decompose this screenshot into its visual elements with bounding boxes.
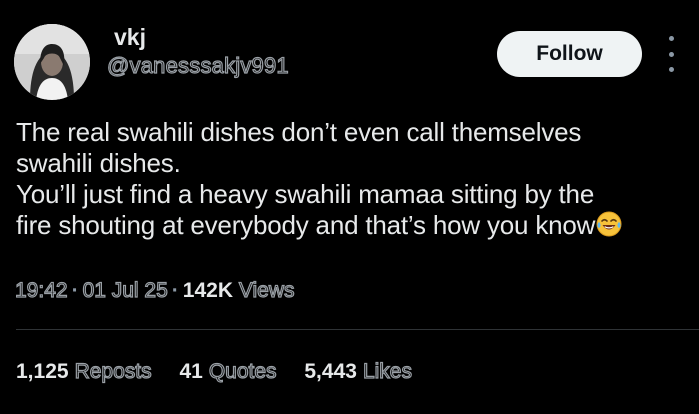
display-name[interactable]: vkj bbox=[114, 22, 146, 52]
tweet-time[interactable]: 19:42 bbox=[14, 278, 68, 302]
likes-count: 5,443 bbox=[304, 360, 357, 383]
reposts-count: 1,125 bbox=[16, 360, 69, 383]
tweet-line: The real swahili dishes don’t even call … bbox=[16, 117, 582, 147]
tweet-line: You’ll just find a heavy swahili mamaa s… bbox=[16, 179, 595, 209]
tweet-date[interactable]: 01 Jul 25 bbox=[82, 278, 168, 302]
views-label[interactable]: Views bbox=[238, 278, 295, 302]
more-dot bbox=[668, 67, 674, 72]
meta-separator: · bbox=[171, 279, 179, 302]
divider bbox=[16, 329, 699, 330]
more-vertical-icon[interactable] bbox=[664, 36, 678, 72]
follow-button[interactable]: Follow bbox=[497, 31, 642, 77]
reposts-label: Reposts bbox=[74, 359, 152, 383]
views-count[interactable]: 142K bbox=[183, 279, 233, 302]
face-with-tears-of-joy-icon bbox=[596, 211, 622, 244]
quotes-label: Quotes bbox=[208, 359, 277, 383]
quotes-stat[interactable]: 41 Quotes bbox=[179, 358, 277, 386]
likes-stat[interactable]: 5,443 Likes bbox=[304, 358, 412, 386]
tweet-line-last: fire shouting at everybody and that’s ho… bbox=[16, 210, 688, 244]
likes-label: Likes bbox=[362, 359, 412, 383]
more-dot bbox=[668, 36, 674, 41]
tweet-text: The real swahili dishes don’t even call … bbox=[16, 117, 688, 244]
avatar[interactable] bbox=[14, 24, 90, 100]
meta-separator: · bbox=[71, 279, 79, 302]
avatar-photo bbox=[14, 24, 90, 100]
more-dot bbox=[668, 51, 674, 57]
quotes-count: 41 bbox=[179, 360, 203, 383]
user-handle[interactable]: @vanesssakjv991 bbox=[106, 52, 289, 79]
tweet-line: swahili dishes. bbox=[16, 148, 181, 178]
reposts-stat[interactable]: 1,125 Reposts bbox=[16, 358, 152, 386]
tweet-meta: 19:42 · 01 Jul 25 · 142K Views bbox=[14, 277, 295, 305]
tweet-line: fire shouting at everybody and that’s ho… bbox=[16, 210, 596, 240]
engagement-stats: 1,125 Reposts 41 Quotes 5,443 Likes bbox=[16, 358, 434, 386]
